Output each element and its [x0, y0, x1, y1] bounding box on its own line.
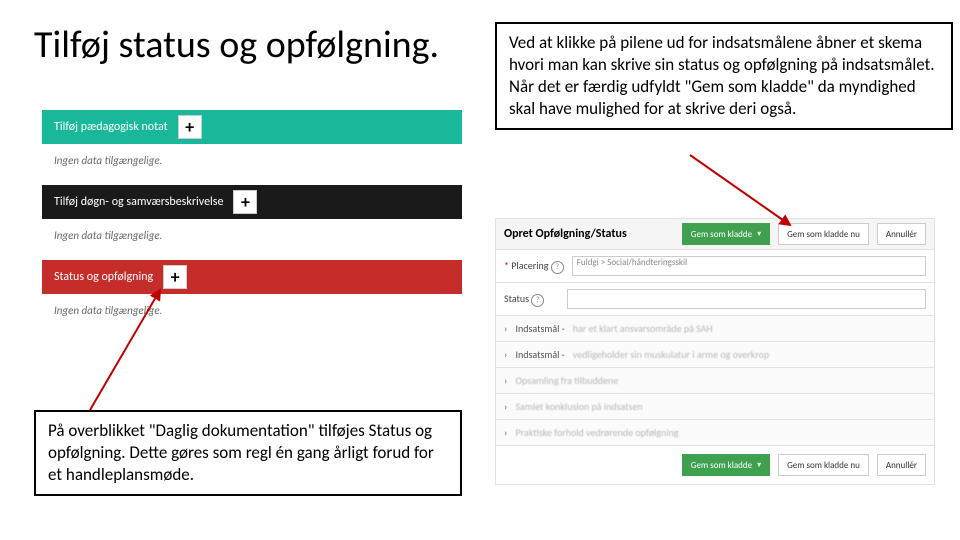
help-icon[interactable]: ? [531, 294, 544, 307]
status-input[interactable] [567, 289, 926, 309]
form-header: Opret Opfølgning/Status Gem som kladde▾ … [495, 218, 935, 250]
field-status: Status ? [495, 283, 935, 316]
save-draft-now-button[interactable]: Gem som kladde nu [778, 223, 869, 245]
chevron-right-icon: › [504, 426, 507, 439]
no-data-text: Ingen data tilgængelige. [42, 144, 462, 185]
bar-paedagogisk-notat[interactable]: Tilføj pædagogisk notat + [42, 110, 462, 144]
chevron-down-icon: ▾ [757, 460, 761, 470]
bar-label: Tilføj pædagogisk notat [54, 120, 168, 134]
no-data-text: Ingen data tilgængelige. [42, 294, 462, 335]
accordion-indsatsmaal-2[interactable]: › Indsatsmål - vedligeholder sin muskula… [495, 342, 935, 368]
bar-label: Tilføj døgn- og samværsbeskrivelse [54, 195, 223, 209]
placering-input[interactable]: Fuldgi > Social/håndteringsskil [572, 256, 926, 276]
plus-icon[interactable]: + [178, 115, 202, 139]
left-screenshot: Tilføj pædagogisk notat + Ingen data til… [42, 110, 462, 335]
chevron-down-icon: ▾ [757, 229, 761, 239]
help-icon[interactable]: ? [551, 261, 564, 274]
chevron-right-icon: › [504, 322, 507, 335]
plus-icon[interactable]: + [233, 190, 257, 214]
chevron-right-icon: › [504, 348, 507, 361]
cancel-button-footer[interactable]: Annullér [877, 454, 926, 476]
cancel-button[interactable]: Annullér [877, 223, 926, 245]
save-draft-button[interactable]: Gem som kladde▾ [682, 223, 770, 245]
info-box-top: Ved at klikke på pilene ud for indsatsmå… [495, 22, 953, 130]
bar-label: Status og opfølgning [54, 270, 153, 284]
accordion-opsamling[interactable]: › Opsamling fra tilbuddene [495, 368, 935, 394]
save-draft-button-footer[interactable]: Gem som kladde▾ [682, 454, 770, 476]
field-placering: * Placering ? Fuldgi > Social/håndtering… [495, 250, 935, 283]
right-form-screenshot: Opret Opfølgning/Status Gem som kladde▾ … [495, 218, 935, 485]
save-draft-now-button-footer[interactable]: Gem som kladde nu [778, 454, 869, 476]
accordion-konklusion[interactable]: › Samlet konklusion på indsatsen [495, 394, 935, 420]
chevron-right-icon: › [504, 374, 507, 387]
form-title: Opret Opfølgning/Status [504, 227, 674, 241]
no-data-text: Ingen data tilgængelige. [42, 219, 462, 260]
accordion-praktiske[interactable]: › Praktiske forhold vedrørende opfølgnin… [495, 420, 935, 446]
accordion-indsatsmaal-1[interactable]: › Indsatsmål - har et klart ansvarsområd… [495, 316, 935, 342]
slide-title: Tilføj status og opfølgning. [34, 22, 439, 68]
chevron-right-icon: › [504, 400, 507, 413]
plus-icon[interactable]: + [163, 265, 187, 289]
bar-status-opfolgning[interactable]: Status og opfølgning + [42, 260, 462, 294]
bar-dogn-samvaer[interactable]: Tilføj døgn- og samværsbeskrivelse + [42, 185, 462, 219]
info-box-bottom: På overblikket "Daglig dokumentation" ti… [34, 410, 462, 496]
form-footer: Gem som kladde▾ Gem som kladde nu Annull… [495, 446, 935, 485]
